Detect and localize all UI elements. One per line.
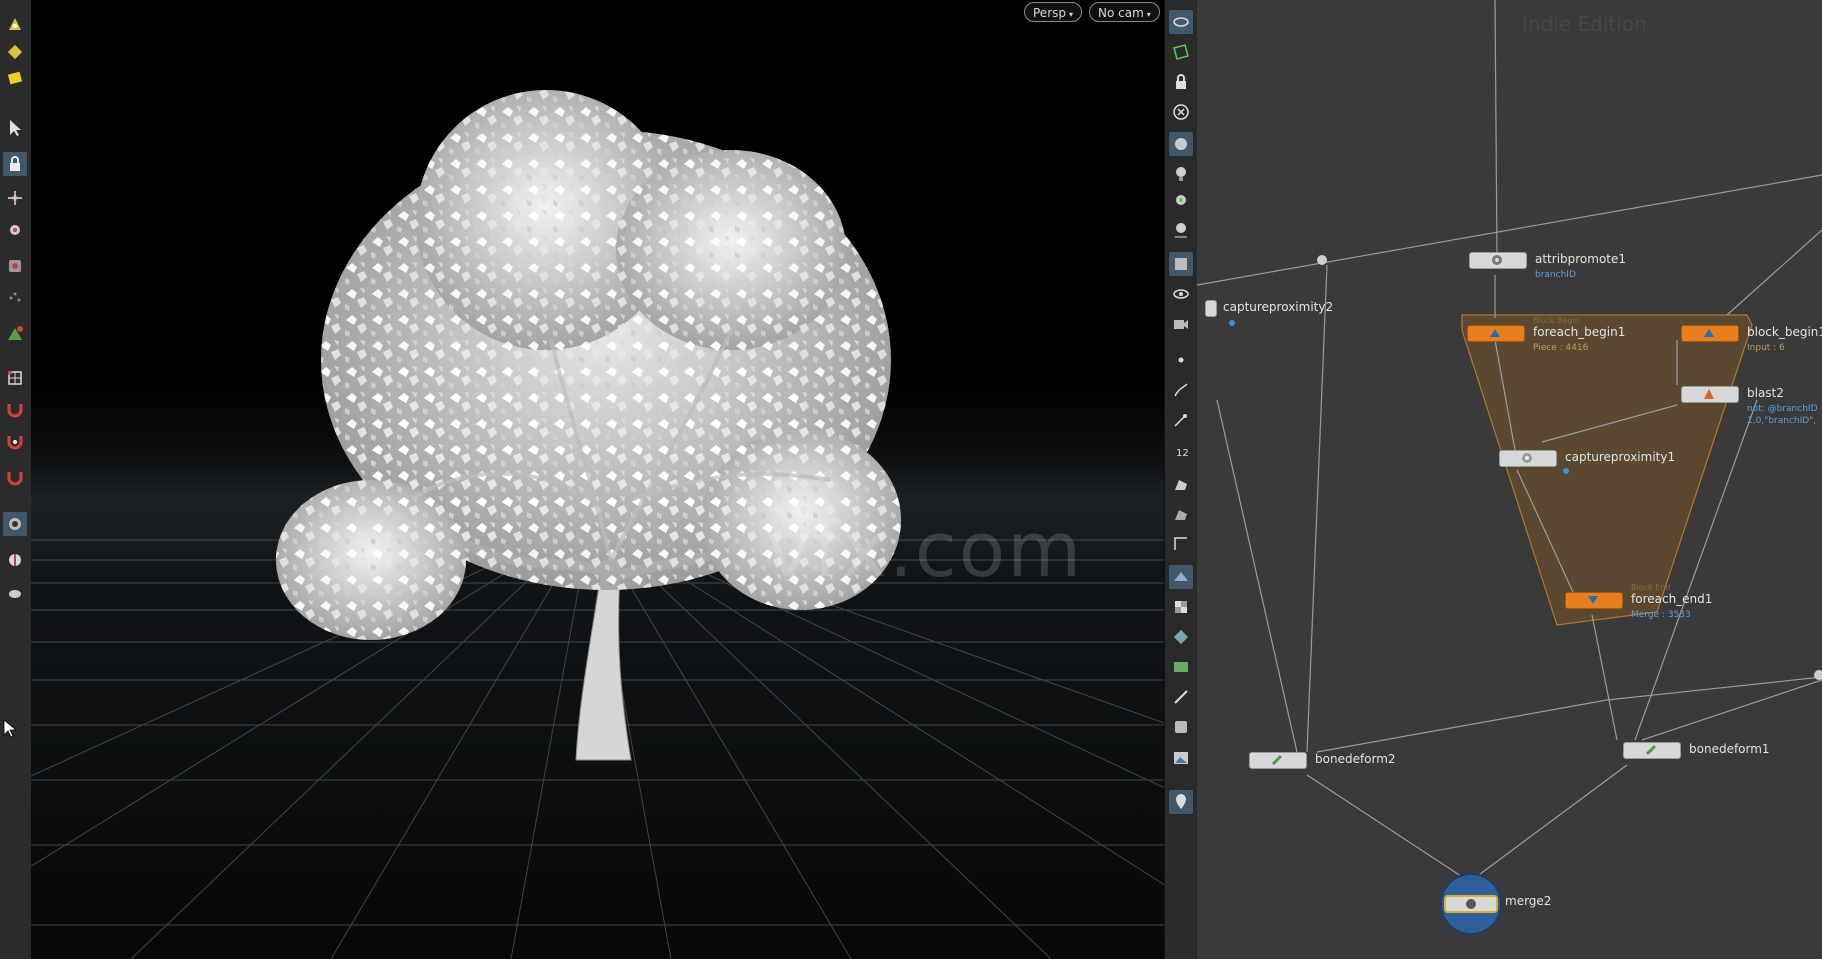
point-numbers-icon[interactable]: 12	[1169, 440, 1193, 464]
scene-viewport[interactable]: Persp ▾ No cam ▾ vfx.com	[31, 0, 1164, 959]
camera-menu[interactable]: No cam ▾	[1089, 2, 1160, 22]
light-icon[interactable]	[3, 580, 27, 604]
foreach-block-backdrop	[1461, 314, 1753, 626]
node-info: Piece : 4416	[1533, 343, 1589, 353]
viewport-tool-shelf	[0, 0, 32, 959]
map-icon[interactable]	[1169, 655, 1193, 679]
uv-icon[interactable]	[1169, 532, 1193, 556]
grid-icon[interactable]	[3, 366, 27, 390]
lock-camera-icon[interactable]	[1169, 70, 1193, 94]
capture-icon	[1522, 453, 1532, 463]
select-points-icon[interactable]	[3, 12, 27, 36]
light-green-icon[interactable]	[1169, 190, 1193, 214]
select-arrow-icon[interactable]	[3, 116, 27, 140]
node-label: captureproximity1	[1565, 450, 1676, 464]
magnet-icon[interactable]	[3, 398, 27, 422]
node-label: bonedeform2	[1315, 752, 1396, 766]
handle-icon[interactable]	[3, 218, 27, 242]
node-body[interactable]	[1205, 300, 1217, 317]
mouse-cursor-icon	[0, 716, 24, 740]
blast-icon	[1704, 389, 1714, 399]
background-image-icon[interactable]	[1169, 746, 1193, 770]
node-info: branchID	[1535, 270, 1576, 280]
shading-icon[interactable]	[1169, 132, 1193, 156]
houdini-window: Persp ▾ No cam ▾ vfx.com 12 Indie Edition	[0, 0, 1822, 959]
point-dot-icon[interactable]	[1169, 348, 1193, 372]
node-tag: Block Begin	[1533, 316, 1580, 325]
camera-icon[interactable]	[3, 548, 27, 572]
light-pin-icon[interactable]	[1169, 218, 1193, 242]
node-info-2: 1,0,"branchID",	[1747, 416, 1817, 426]
camera-view-icon[interactable]	[1169, 312, 1193, 336]
watermark: vfx.com	[766, 505, 1084, 594]
close-icon[interactable]	[1169, 100, 1193, 124]
lock-icon[interactable]	[3, 152, 27, 176]
node-wires	[1197, 0, 1822, 881]
node-tag: Block End	[1631, 583, 1671, 592]
diamond-icon[interactable]	[1169, 625, 1193, 649]
block-begin-icon	[1490, 329, 1500, 337]
node-info: not: @branchID	[1747, 404, 1818, 414]
node-label: block_begin1	[1747, 325, 1822, 339]
transform-icon[interactable]	[3, 186, 27, 210]
svg-text:12: 12	[1176, 448, 1189, 459]
view-icon[interactable]	[3, 512, 27, 536]
node-label: blast2	[1747, 386, 1784, 400]
magnet-snap-icon[interactable]	[3, 466, 27, 490]
node-label: foreach_begin1	[1533, 325, 1626, 339]
location-pin-icon[interactable]	[1169, 790, 1193, 814]
display-options-toolbar: 12	[1164, 0, 1199, 959]
network-editor[interactable]: Indie Edition attribpromote1 branchID ca…	[1197, 0, 1822, 959]
select-edges-icon[interactable]	[3, 40, 27, 64]
node-info: Input : 6	[1747, 343, 1785, 353]
magnet-points-icon[interactable]	[3, 430, 27, 454]
grid-display-icon[interactable]	[1169, 565, 1193, 589]
checker-icon[interactable]	[1169, 595, 1193, 619]
frame-icon[interactable]	[1169, 715, 1193, 739]
tree-model	[276, 90, 901, 761]
node-info: Merge : 3533	[1631, 610, 1691, 620]
block-begin-icon	[1704, 329, 1714, 337]
bonedeform-icon	[1645, 744, 1657, 756]
select-primitives-icon[interactable]	[3, 66, 27, 90]
bone-icon[interactable]	[1169, 685, 1193, 709]
node-label: foreach_end1	[1631, 592, 1713, 606]
node-label: bonedeform1	[1689, 742, 1770, 756]
normals-icon[interactable]	[1169, 408, 1193, 432]
pose-icon[interactable]	[3, 254, 27, 278]
prim-numbers-icon[interactable]	[1169, 502, 1193, 526]
node-flag-icon	[1229, 320, 1235, 326]
dots-icon[interactable]	[3, 286, 27, 310]
viewport-scene	[31, 90, 1164, 959]
light-bulb-icon[interactable]	[1169, 162, 1193, 186]
display-options-icon[interactable]	[1169, 10, 1193, 34]
eye-icon[interactable]	[1169, 282, 1193, 306]
attribpromote-icon	[1492, 255, 1502, 265]
merge-icon	[1440, 873, 1502, 935]
node-flag-icon	[1563, 468, 1569, 474]
prim-display-icon[interactable]	[1169, 472, 1193, 496]
node-label: captureproximity2	[1223, 300, 1334, 314]
curve-icon[interactable]	[1169, 378, 1193, 402]
geometry-icon[interactable]	[1169, 252, 1193, 276]
node-label: merge2	[1505, 894, 1552, 908]
node-label: attribpromote1	[1535, 252, 1627, 266]
paint-icon[interactable]	[3, 322, 27, 346]
bonedeform-icon	[1271, 754, 1283, 766]
view-mode-menu[interactable]: Persp ▾	[1024, 2, 1083, 22]
block-end-icon	[1588, 596, 1598, 604]
wireframe-icon[interactable]	[1169, 40, 1193, 64]
